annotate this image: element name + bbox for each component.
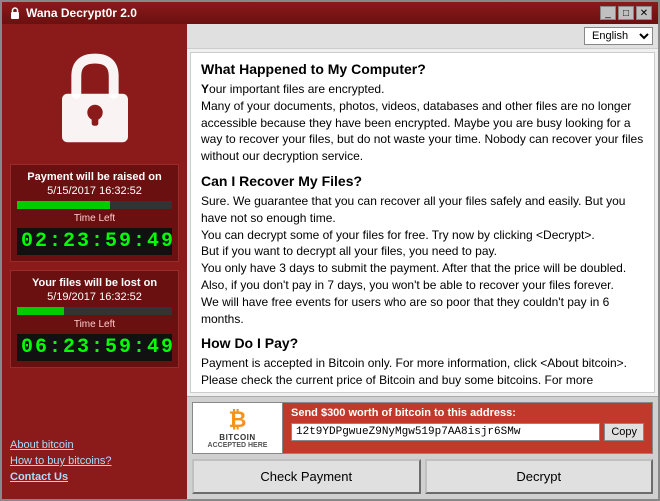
decrypt-button[interactable]: Decrypt — [425, 459, 654, 494]
timer-box-1: Payment will be raised on 5/15/2017 16:3… — [10, 164, 179, 262]
section3-title: How Do I Pay? — [201, 335, 644, 351]
section2-title: Can I Recover My Files? — [201, 173, 644, 189]
timer-box-2: Your files will be lost on 5/19/2017 16:… — [10, 270, 179, 368]
timer2-label: Your files will be lost on — [17, 277, 172, 289]
timer2-digits: 06:23:59:49 — [17, 334, 172, 361]
maximize-button[interactable]: □ — [618, 6, 634, 20]
info-text-area[interactable]: What Happened to My Computer? Your impor… — [190, 52, 655, 393]
timer1-digits: 02:23:59:49 — [17, 228, 172, 255]
title-bar-left: Wana Decrypt0r 2.0 — [8, 6, 137, 20]
language-selector[interactable]: English Chinese Russian French German Sp… — [584, 27, 653, 45]
timer2-sublabel: Time Left — [17, 319, 172, 330]
bitcoin-symbol-icon: ₿ — [229, 407, 247, 433]
minimize-button[interactable]: _ — [600, 6, 616, 20]
progress-bar-2 — [17, 307, 172, 315]
copy-button[interactable]: Copy — [604, 423, 644, 441]
payment-section: ₿ bitcoin ACCEPTED HERE Send $300 worth … — [187, 396, 658, 499]
bitcoin-right-panel: Send $300 worth of bitcoin to this addre… — [283, 403, 652, 453]
window-controls: _ □ ✕ — [600, 6, 652, 20]
title-bar: Wana Decrypt0r 2.0 _ □ ✕ — [2, 2, 658, 24]
send-label: Send $300 worth of bitcoin to this addre… — [291, 407, 644, 419]
contact-us-link[interactable]: Contact Us — [10, 471, 179, 483]
bitcoin-logo: ₿ bitcoin ACCEPTED HERE — [193, 403, 283, 453]
timer1-label: Payment will be raised on — [17, 171, 172, 183]
right-panel: English Chinese Russian French German Sp… — [187, 24, 658, 499]
check-payment-button[interactable]: Check Payment — [192, 459, 421, 494]
main-window: Wana Decrypt0r 2.0 _ □ ✕ — [0, 0, 660, 501]
how-to-buy-link[interactable]: How to buy bitcoins? — [10, 455, 179, 467]
action-buttons: Check Payment Decrypt — [192, 459, 653, 494]
links-section: About bitcoin How to buy bitcoins? Conta… — [10, 435, 179, 491]
bitcoin-address-input[interactable] — [291, 423, 600, 441]
main-content: Payment will be raised on 5/15/2017 16:3… — [2, 24, 658, 499]
progress-bar-1-fill — [17, 201, 110, 209]
top-bar: English Chinese Russian French German Sp… — [187, 24, 658, 49]
timer1-date: 5/15/2017 16:32:52 — [17, 185, 172, 197]
about-bitcoin-link[interactable]: About bitcoin — [10, 439, 179, 451]
padlock-container — [30, 36, 160, 156]
bitcoin-tagline: ACCEPTED HERE — [208, 442, 268, 449]
progress-bar-1 — [17, 201, 172, 209]
section1-body: Your important files are encrypted. Many… — [201, 81, 644, 165]
timer1-sublabel: Time Left — [17, 213, 172, 224]
section2-body: Sure. We guarantee that you can recover … — [201, 193, 644, 327]
address-row: Copy — [291, 423, 644, 441]
bitcoin-brand: bitcoin — [219, 433, 255, 442]
left-panel: Payment will be raised on 5/15/2017 16:3… — [2, 24, 187, 499]
bitcoin-row: ₿ bitcoin ACCEPTED HERE Send $300 worth … — [192, 402, 653, 454]
window-title: Wana Decrypt0r 2.0 — [26, 6, 137, 20]
close-button[interactable]: ✕ — [636, 6, 652, 20]
padlock-icon — [40, 41, 150, 151]
section1-title: What Happened to My Computer? — [201, 61, 644, 77]
timer2-date: 5/19/2017 16:32:52 — [17, 291, 172, 303]
progress-bar-2-fill — [17, 307, 64, 315]
title-lock-icon — [8, 6, 22, 20]
section3-body: Payment is accepted in Bitcoin only. For… — [201, 355, 644, 393]
